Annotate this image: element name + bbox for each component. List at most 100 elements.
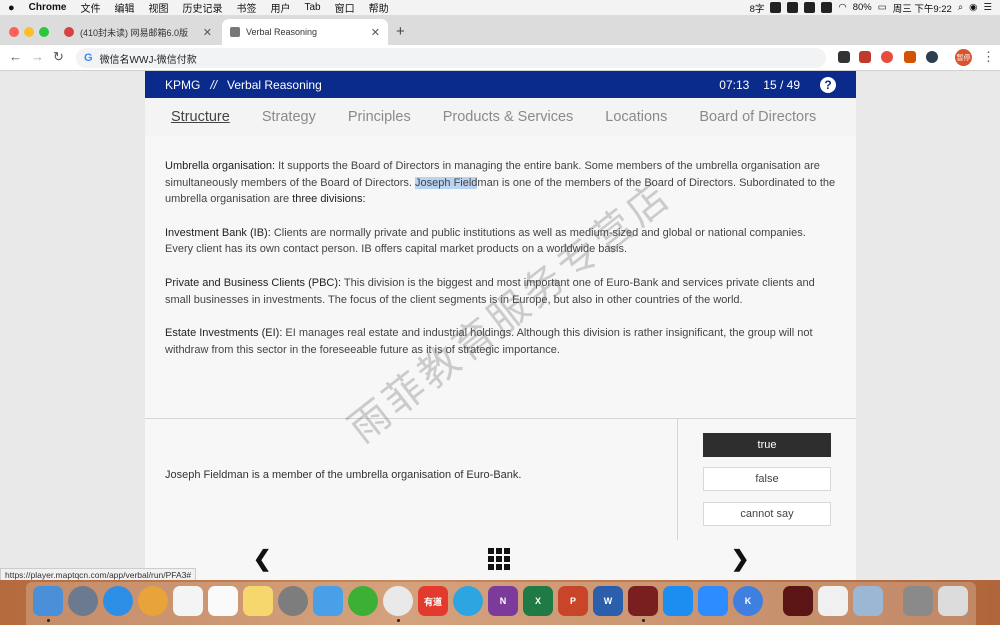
status-area: 8字 ◠ 80% ▭ 周三 下午9:22 ⌕ ◉ ☰ [750, 1, 992, 15]
close-tab-icon[interactable]: ✕ [203, 26, 212, 39]
tab-mail[interactable]: (410封未读) 网易邮箱6.0版 ✕ [56, 19, 220, 45]
word-icon[interactable]: W [593, 586, 623, 616]
highlighted-text[interactable]: Joseph Field [415, 176, 478, 189]
help-icon[interactable]: ? [820, 76, 836, 93]
telegram-icon[interactable] [453, 586, 483, 616]
launchpad-icon[interactable] [68, 586, 98, 616]
apple-menu-icon[interactable]: ● [8, 2, 15, 14]
answer-true-button[interactable]: true [703, 433, 831, 457]
notes-icon[interactable] [243, 586, 273, 616]
photos-icon[interactable] [138, 586, 168, 616]
downloads-folder-icon[interactable] [903, 586, 933, 616]
spotlight-icon[interactable]: ⌕ [958, 2, 963, 13]
system-preferences-icon[interactable] [278, 586, 308, 616]
status-app-icon[interactable] [821, 2, 833, 13]
acrobat-icon[interactable] [628, 586, 658, 616]
question-overview-grid-icon[interactable] [488, 548, 510, 570]
tab-products-services[interactable]: Products & Services [443, 109, 574, 125]
tab-principles[interactable]: Principles [348, 109, 411, 125]
pdf-document-icon[interactable] [783, 586, 813, 616]
answer-cannot-say-button[interactable]: cannot say [703, 502, 831, 526]
menu-help[interactable]: 帮助 [369, 0, 389, 15]
passage-paragraph: Investment Bank (IB): Clients are normal… [165, 225, 836, 258]
question-statement: Joseph Fieldman is a member of the umbre… [165, 469, 522, 481]
paragraph-lead: Private and Business Clients (PBC): [165, 276, 342, 289]
preview-icon[interactable] [853, 586, 883, 616]
tab-verbal-reasoning[interactable]: Verbal Reasoning ✕ [222, 19, 388, 45]
battery-percent[interactable]: 80% [853, 2, 872, 13]
question-counter: 15 / 49 [763, 77, 800, 92]
passage-paragraph: Umbrella organisation: It supports the B… [165, 158, 836, 208]
menu-tab[interactable]: Tab [304, 2, 320, 13]
menu-file[interactable]: 文件 [80, 0, 100, 15]
running-indicator [642, 619, 645, 622]
menu-bar: ● Chrome 文件 编辑 视图 历史记录 书签 用户 Tab 窗口 帮助 8… [0, 0, 1000, 15]
tab-board-of-directors[interactable]: Board of Directors [699, 109, 816, 125]
running-indicator [47, 619, 50, 622]
previous-question-icon[interactable]: ❮ [253, 546, 271, 572]
minimize-window-button[interactable] [24, 27, 34, 37]
tab-title: Verbal Reasoning [246, 27, 318, 37]
address-bar[interactable]: G 微信名WWJ-微信付款 [76, 48, 826, 68]
notification-center-icon[interactable]: ☰ [983, 2, 992, 13]
answer-false-button[interactable]: false [703, 467, 831, 491]
tab-locations[interactable]: Locations [605, 109, 667, 125]
forward-arrow-icon[interactable]: → [31, 49, 44, 64]
document-stack-icon[interactable] [818, 586, 848, 616]
excel-icon[interactable]: X [523, 586, 553, 616]
panel-divider [677, 419, 678, 541]
reload-icon[interactable]: ↻ [53, 49, 64, 65]
menu-window[interactable]: 窗口 [335, 0, 355, 15]
extension-icon[interactable] [881, 51, 893, 63]
reminders-icon[interactable] [208, 586, 238, 616]
zoom-icon[interactable] [698, 586, 728, 616]
menu-app-chrome[interactable]: Chrome [29, 2, 67, 13]
extension-icon[interactable] [926, 51, 938, 63]
battery-icon[interactable]: ▭ [878, 2, 887, 13]
powerpoint-icon[interactable]: P [558, 586, 588, 616]
menu-view[interactable]: 视图 [148, 0, 168, 15]
extension-icon[interactable] [838, 51, 850, 63]
menu-people[interactable]: 用户 [270, 0, 290, 15]
paragraph-lead: Estate Investments (EI): [165, 327, 283, 340]
menu-edit[interactable]: 编辑 [114, 0, 134, 15]
menu-bookmarks[interactable]: 书签 [236, 0, 256, 15]
siri-icon[interactable]: ◉ [969, 2, 977, 13]
safari-icon[interactable] [103, 586, 133, 616]
clock[interactable]: 周三 下午9:22 [893, 1, 952, 15]
paragraph-emphasis: three divisions: [292, 193, 366, 206]
calendar-icon[interactable] [173, 586, 203, 616]
status-app-icon[interactable] [770, 2, 782, 13]
menu-history[interactable]: 历史记录 [182, 0, 222, 15]
baidu-netdisk-icon[interactable] [313, 586, 343, 616]
ime-indicator[interactable]: 8字 [750, 1, 765, 15]
header-separator: // [210, 77, 218, 92]
profile-avatar[interactable]: 暂停 [955, 49, 972, 66]
onenote-icon[interactable]: N [488, 586, 518, 616]
extension-icon[interactable] [904, 51, 916, 63]
tab-strategy[interactable]: Strategy [262, 109, 316, 125]
app-store-icon[interactable] [663, 586, 693, 616]
finder-icon[interactable] [33, 586, 63, 616]
new-tab-button[interactable]: + [396, 23, 405, 40]
wifi-icon[interactable]: ◠ [838, 2, 846, 13]
page-favicon-icon [230, 27, 240, 37]
kuaiyi-icon[interactable]: K [733, 586, 763, 616]
trash-icon[interactable] [938, 586, 968, 616]
extension-icon[interactable] [859, 51, 871, 63]
chrome-icon[interactable] [383, 586, 413, 616]
address-text[interactable]: 微信名WWJ-微信付款 [100, 51, 197, 66]
zoom-window-button[interactable] [39, 27, 49, 37]
more-menu-icon[interactable]: ⋮ [982, 49, 995, 65]
wechat-icon[interactable] [348, 586, 378, 616]
youdao-icon[interactable]: 有道 [418, 586, 448, 616]
next-question-icon[interactable]: ❯ [731, 546, 749, 572]
close-tab-icon[interactable]: ✕ [371, 26, 380, 39]
close-window-button[interactable] [9, 27, 19, 37]
back-arrow-icon[interactable]: ← [9, 49, 22, 64]
tab-structure[interactable]: Structure [171, 109, 230, 125]
status-app-icon[interactable] [804, 2, 816, 13]
status-app-icon[interactable] [787, 2, 799, 13]
paragraph-lead: Investment Bank (IB): [165, 226, 271, 239]
question-navigation: ❮ ❯ [145, 540, 856, 580]
